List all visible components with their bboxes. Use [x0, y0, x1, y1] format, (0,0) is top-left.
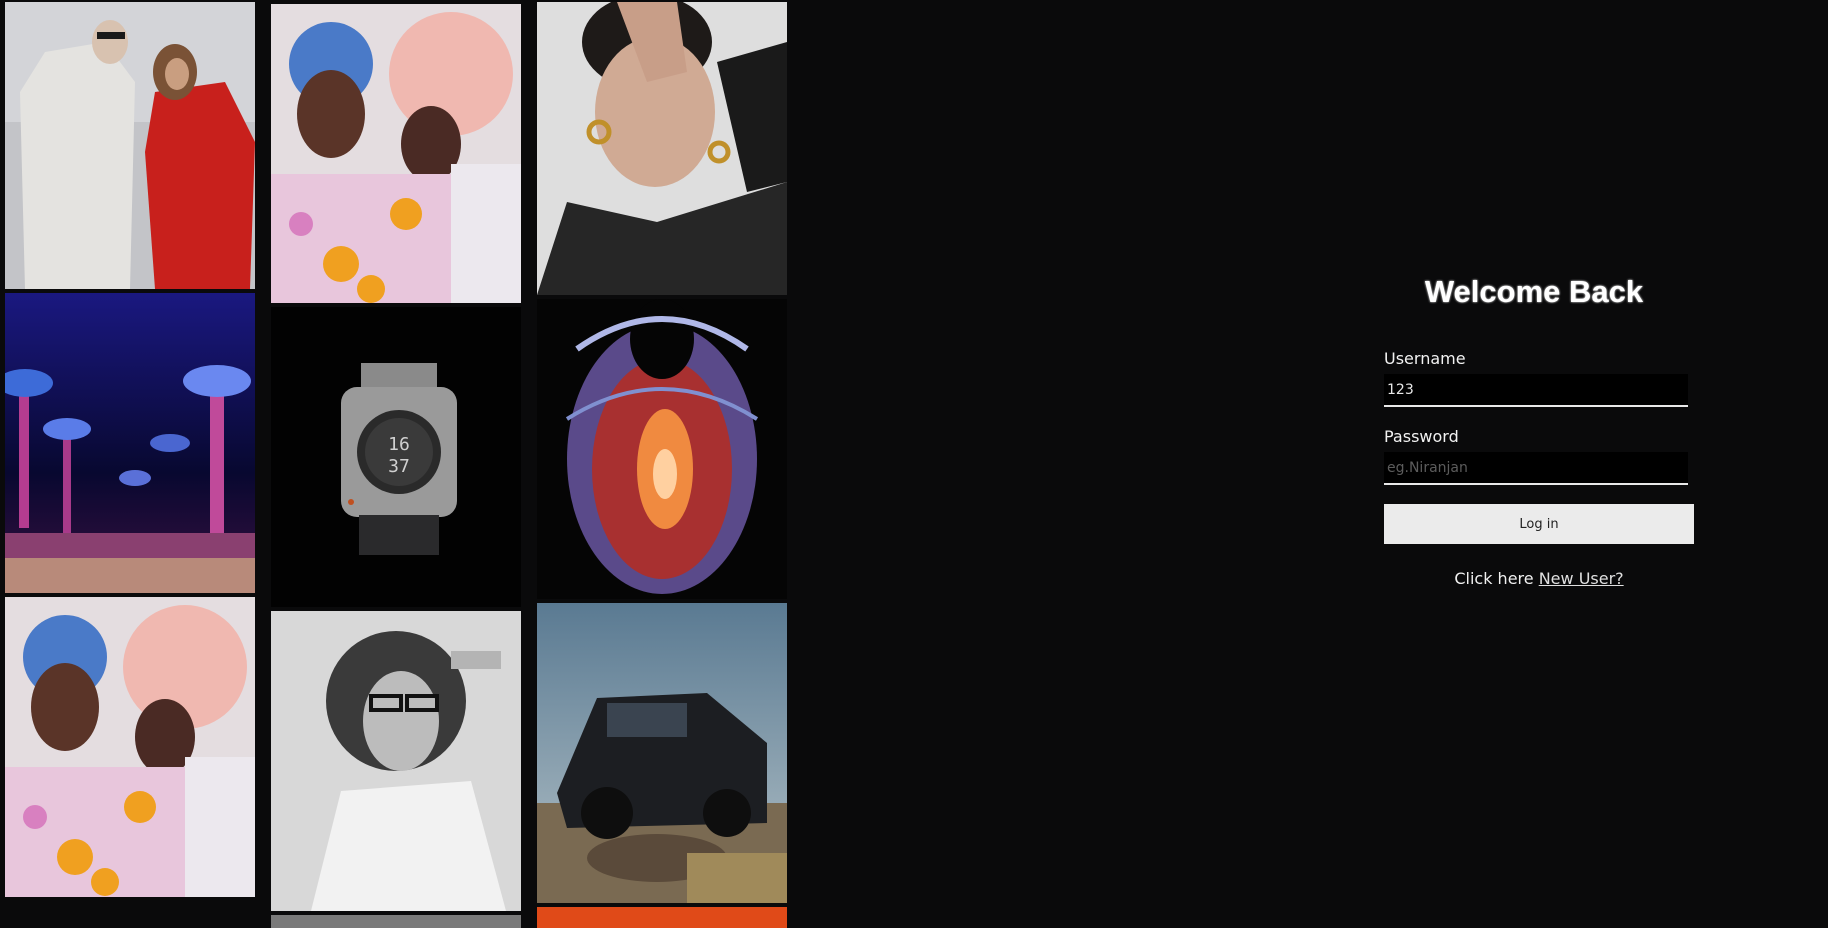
svg-text:37: 37: [388, 456, 410, 477]
username-input[interactable]: [1384, 374, 1688, 407]
photo-gallery: 16 37: [0, 0, 790, 928]
orange-photo: [537, 907, 787, 928]
black-suv-rocks-photo: [537, 603, 787, 903]
new-user-link[interactable]: New User?: [1539, 569, 1624, 588]
new-user-prompt: Click here New User?: [1384, 569, 1694, 588]
grey-texture-photo: [271, 915, 521, 928]
bubble-hair-portrait-photo: [271, 4, 521, 303]
two-women-coats-photo: [5, 2, 255, 289]
neon-mushroom-landscape-photo: [5, 293, 255, 593]
footer-text: Click here: [1454, 569, 1534, 588]
login-button[interactable]: Log in: [1384, 504, 1694, 544]
welcome-title: Welcome Back: [1424, 274, 1644, 309]
password-label: Password: [1384, 427, 1459, 446]
username-label: Username: [1384, 349, 1466, 368]
woman-glasses-bw-photo: [271, 611, 521, 911]
hand-over-face-portrait-photo: [537, 2, 787, 295]
chrome-mesh-face-photo: [537, 299, 787, 599]
bubble-hair-portrait-photo-2: [5, 597, 255, 897]
svg-text:16: 16: [388, 434, 410, 455]
square-watch-photo: 16 37: [271, 307, 521, 607]
password-input[interactable]: [1384, 452, 1688, 485]
